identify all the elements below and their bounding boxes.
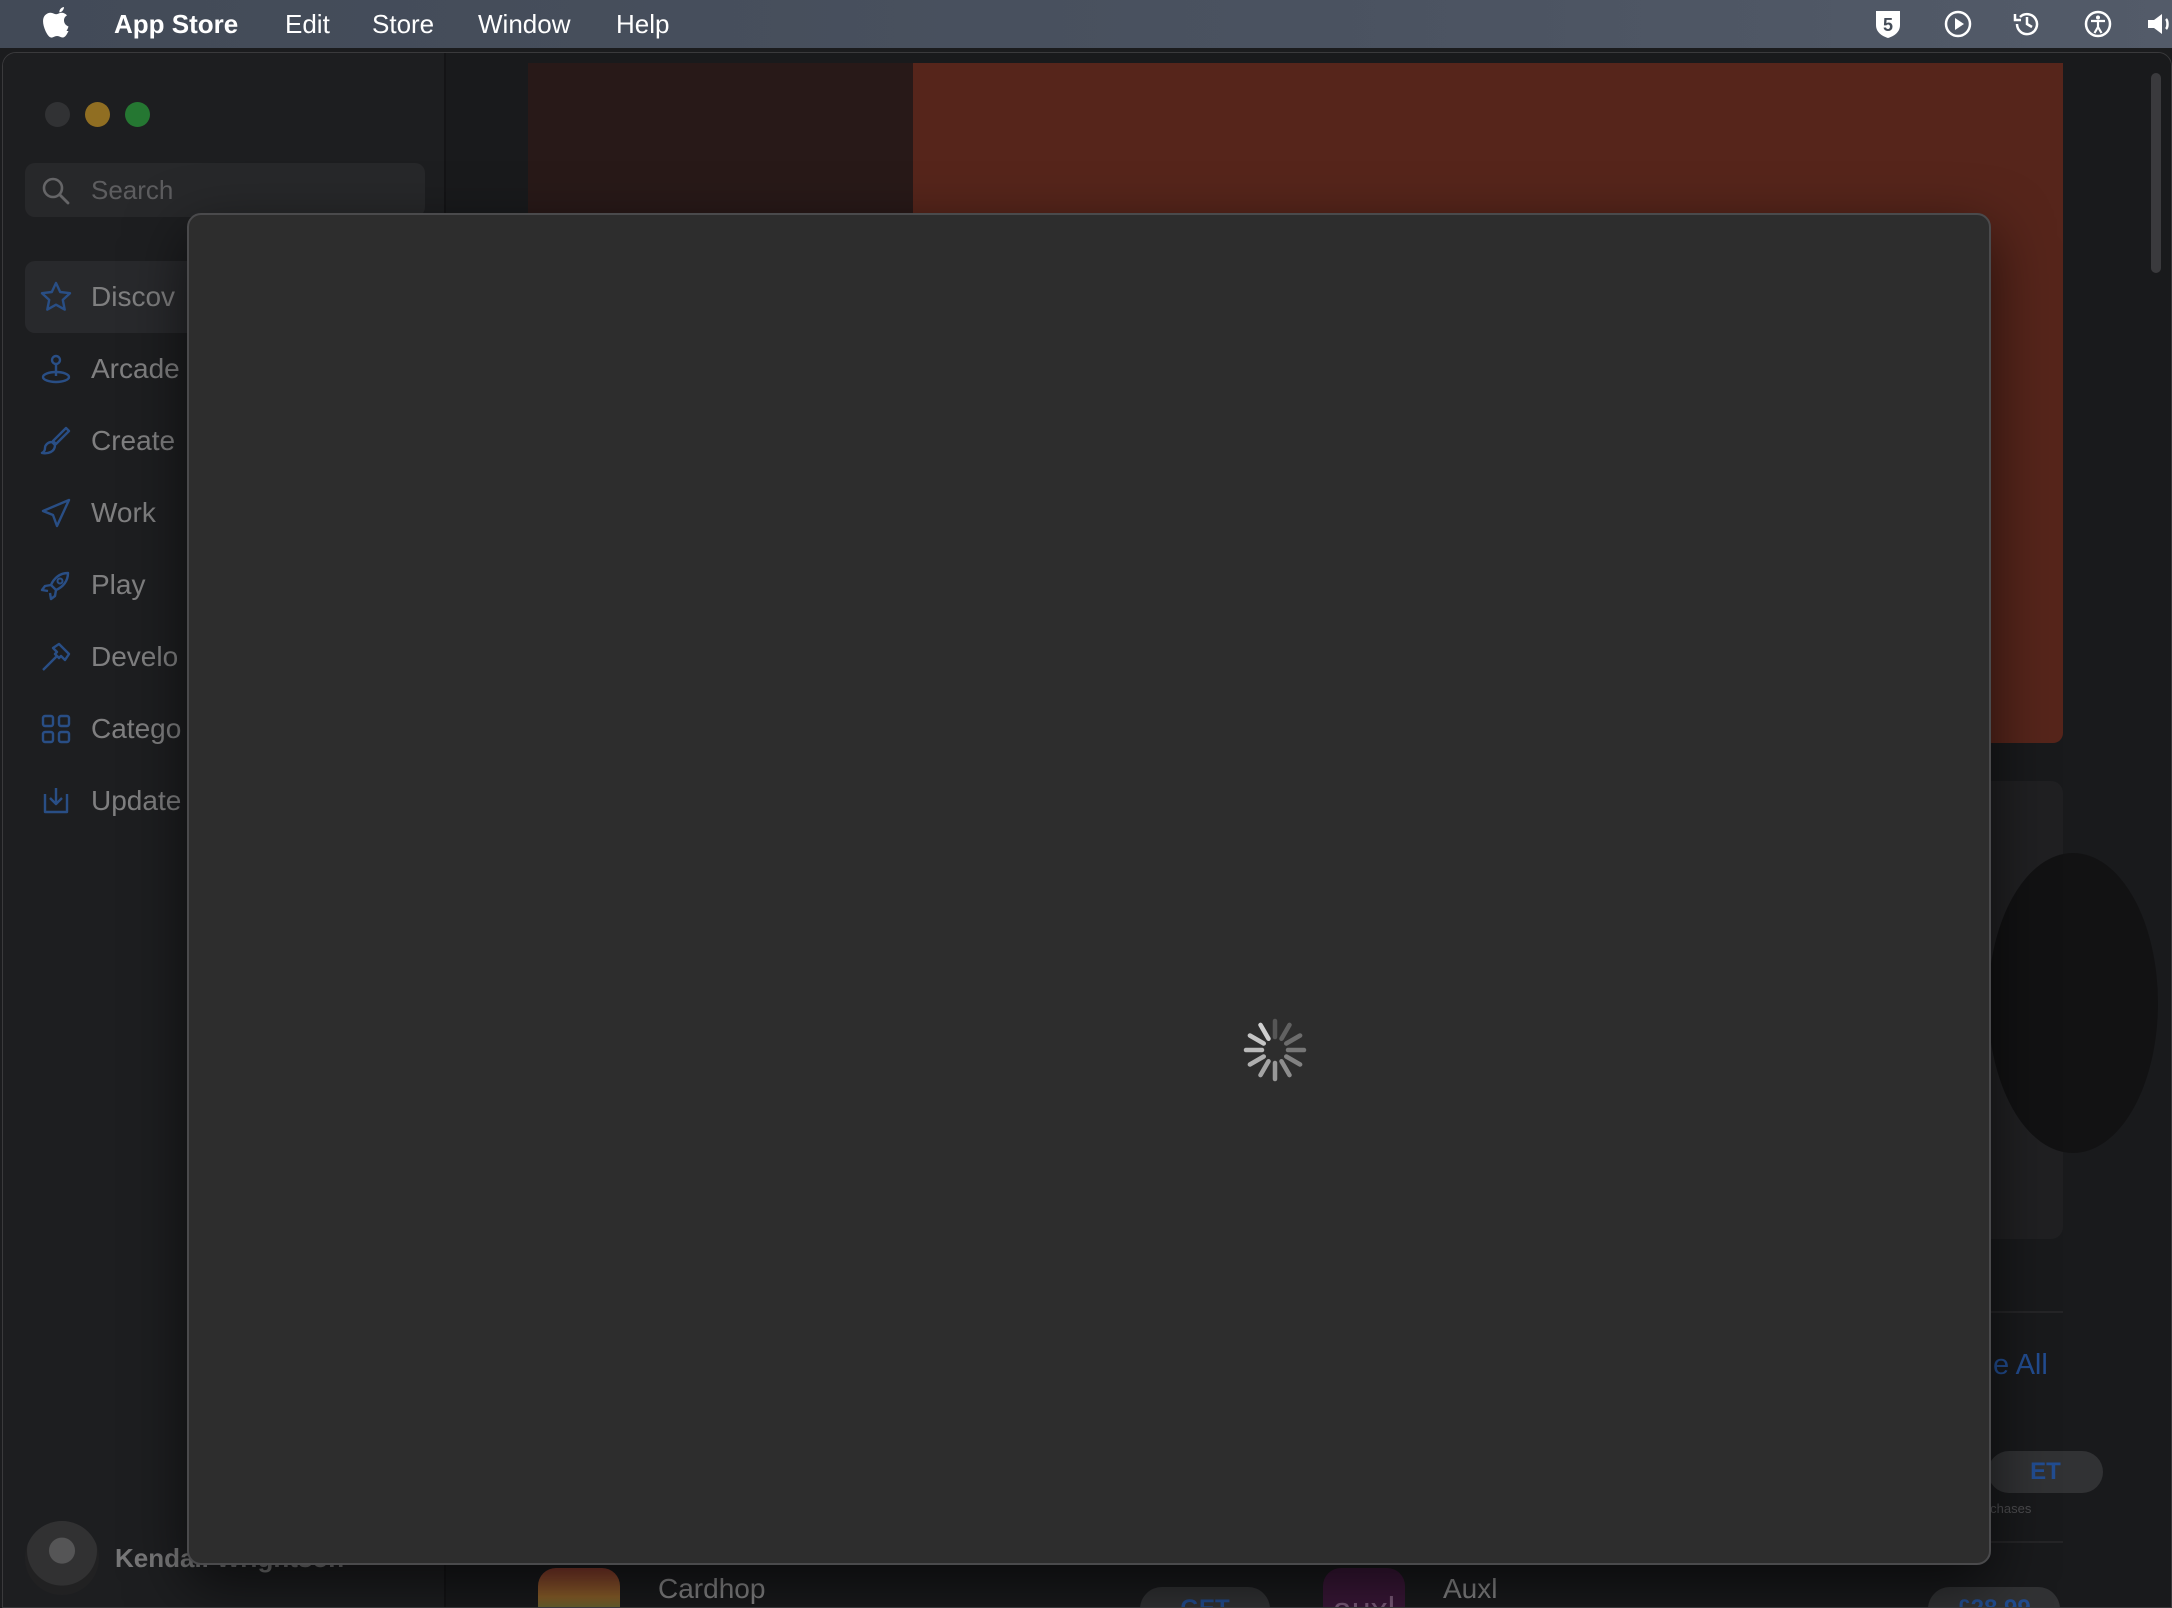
modal-sheet xyxy=(187,213,1991,1565)
menu-edit[interactable]: Edit xyxy=(285,9,330,39)
spinner-spoke xyxy=(1279,1059,1292,1078)
spinner-spoke xyxy=(1284,1033,1303,1046)
screen: App Store Edit Store Window Help 5 Searc… xyxy=(0,0,2172,1608)
spinner-spoke xyxy=(1284,1054,1303,1067)
spinner-spoke xyxy=(1258,1022,1271,1041)
spinner-spoke xyxy=(1247,1033,1266,1046)
svg-text:5: 5 xyxy=(1883,15,1893,35)
shield-5-icon[interactable]: 5 xyxy=(1872,8,1904,40)
spinner-spoke xyxy=(1279,1022,1292,1041)
spinner-spoke xyxy=(1258,1059,1271,1078)
volume-icon[interactable] xyxy=(2144,8,2172,40)
menu-store[interactable]: Store xyxy=(372,9,434,39)
loading-spinner-icon xyxy=(1243,1018,1307,1082)
menu-app-name[interactable]: App Store xyxy=(114,9,238,39)
apple-logo-icon[interactable] xyxy=(42,5,74,41)
app-store-window: Search Discov Arcade Create Work Play De… xyxy=(2,52,2172,1608)
spinner-spoke xyxy=(1247,1054,1266,1067)
time-machine-icon[interactable] xyxy=(2011,8,2043,40)
accessibility-icon[interactable] xyxy=(2082,8,2114,40)
menu-bar: App Store Edit Store Window Help 5 xyxy=(0,0,2172,48)
menu-window[interactable]: Window xyxy=(478,9,570,39)
menu-help[interactable]: Help xyxy=(616,9,669,39)
play-circle-icon[interactable] xyxy=(1942,8,1974,40)
